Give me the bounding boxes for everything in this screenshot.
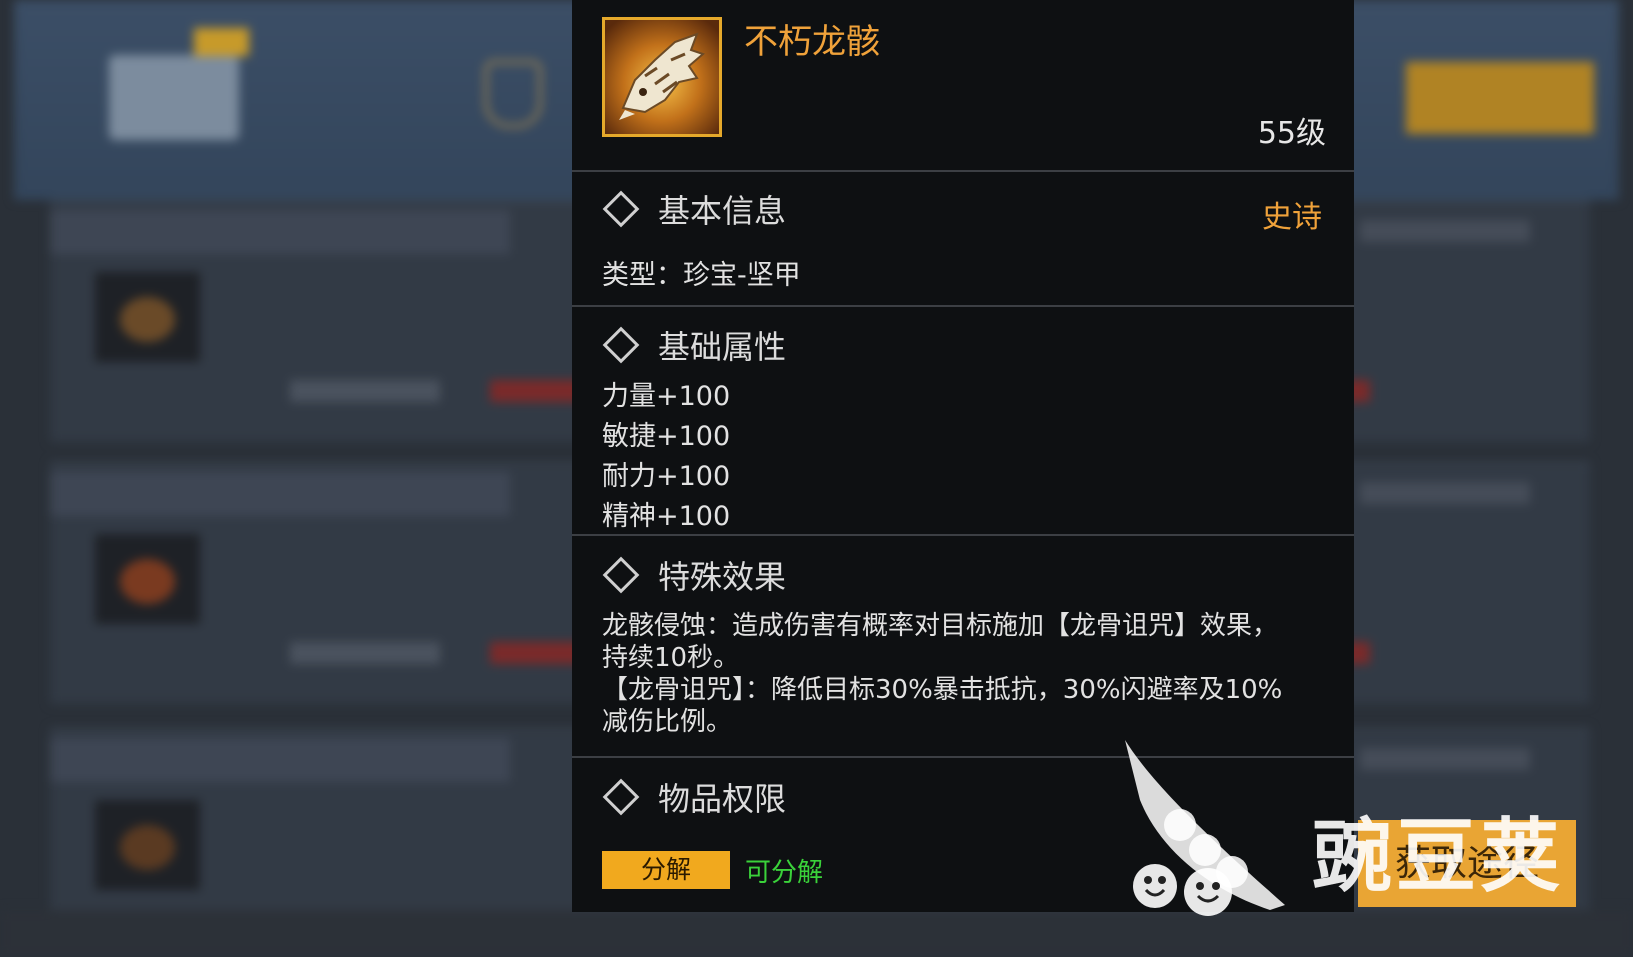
section-title-text: 基本信息 xyxy=(658,192,787,230)
effect-line: 龙骸侵蚀：造成伤害有概率对目标施加【龙骨诅咒】效果， xyxy=(602,611,1279,641)
stat-line: 敏捷+100 xyxy=(602,421,731,452)
section-title-text: 物品权限 xyxy=(658,780,787,818)
diamond-icon xyxy=(602,778,640,816)
section-special-effect-title: 特殊效果 xyxy=(602,552,786,598)
effect-line: 持续10秒。 xyxy=(602,643,740,673)
dragon-skull-icon xyxy=(602,17,722,137)
divider xyxy=(572,305,1354,307)
diamond-icon xyxy=(602,556,640,594)
stat-line: 耐力+100 xyxy=(602,461,731,492)
section-basic-info-title: 基本信息 xyxy=(602,186,786,232)
background-avatar xyxy=(109,55,239,140)
divider xyxy=(572,170,1354,172)
decompose-button[interactable]: 分解 xyxy=(602,851,730,889)
section-base-attributes-title: 基础属性 xyxy=(602,322,786,368)
section-permissions-title: 物品权限 xyxy=(602,774,786,820)
special-effect-text: 龙骸侵蚀：造成伤害有概率对目标施加【龙骨诅咒】效果， 持续10秒。 【龙骨诅咒】… xyxy=(602,610,1302,738)
effect-line: 【龙骨诅咒】：降低目标30%暴击抵抗，30%闪避率及10% xyxy=(602,675,1283,705)
decompose-status: 可分解 xyxy=(745,858,824,888)
background-bottom-bar xyxy=(0,910,1633,957)
diamond-icon xyxy=(602,326,640,364)
item-type: 类型：珍宝-坚甲 xyxy=(602,260,801,291)
section-title-text: 基础属性 xyxy=(658,328,787,366)
pea-pod-logo-icon xyxy=(1125,740,1285,916)
background-badge xyxy=(194,28,249,56)
item-level: 55级 xyxy=(1257,116,1326,151)
item-name: 不朽龙骸 xyxy=(744,22,880,62)
background-top-button xyxy=(1406,62,1594,134)
watermark-text: 豌豆荚 xyxy=(1312,810,1564,903)
section-title-text: 特殊效果 xyxy=(658,558,787,596)
stat-line: 精神+100 xyxy=(602,501,731,532)
divider xyxy=(572,534,1354,536)
effect-line: 减伤比例。 xyxy=(602,707,733,737)
diamond-icon xyxy=(602,190,640,228)
background-shield-icon xyxy=(484,60,542,128)
rarity-label: 史诗 xyxy=(1262,200,1322,235)
stat-line: 力量+100 xyxy=(602,381,731,412)
